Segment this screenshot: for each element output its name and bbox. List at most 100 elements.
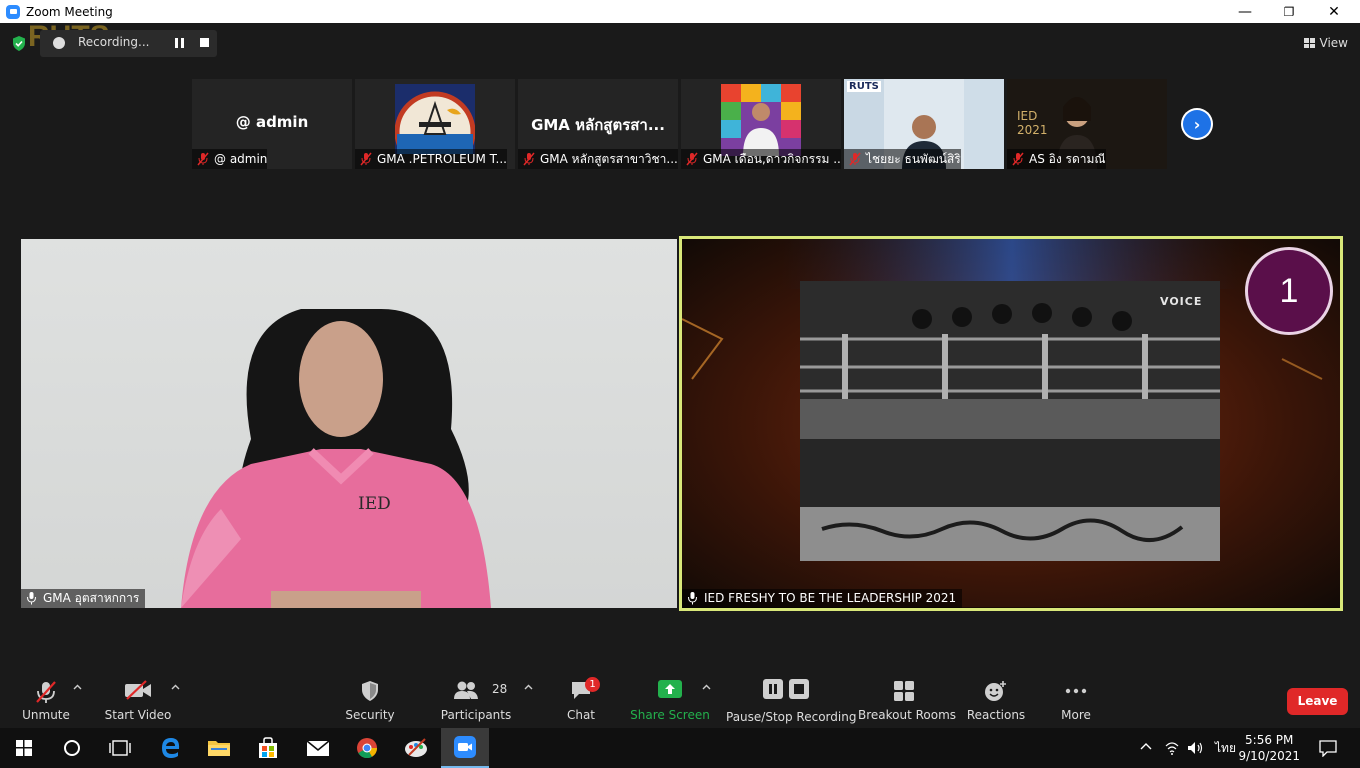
participant-video bbox=[181, 309, 491, 608]
security-button[interactable]: Security bbox=[340, 670, 400, 728]
windows-logo-icon bbox=[16, 740, 32, 756]
thumbnail-gma-course[interactable]: GMA หลักสูตรสา... GMA หลักสูตรสาขาวิชา..… bbox=[518, 79, 678, 169]
audio-options-chevron-icon[interactable] bbox=[73, 684, 82, 690]
thumbnail-display-name: GMA หลักสูตรสา... bbox=[531, 116, 665, 134]
participants-label: Participants bbox=[440, 708, 512, 722]
share-screen-label: Share Screen bbox=[630, 708, 710, 722]
ied-overlay-logo: IED 2021 bbox=[1017, 109, 1048, 137]
chat-button[interactable]: 1 Chat bbox=[556, 670, 606, 728]
search-button[interactable] bbox=[48, 728, 96, 768]
video-tile-gma-industrial[interactable]: IED GMA อุตสาหกการ bbox=[21, 239, 677, 608]
participant-name-tag: GMA อุตสาหกการ bbox=[21, 589, 146, 608]
breakout-rooms-button[interactable]: Breakout Rooms bbox=[858, 670, 957, 728]
next-page-button[interactable]: › bbox=[1181, 108, 1213, 140]
file-explorer-button[interactable] bbox=[195, 728, 243, 768]
colorful-background-video bbox=[721, 84, 801, 156]
more-button[interactable]: More bbox=[1050, 670, 1102, 728]
zoom-app-button[interactable] bbox=[441, 728, 489, 768]
rank-badge: 1 bbox=[1245, 247, 1333, 335]
more-label: More bbox=[1061, 708, 1091, 722]
muted-mic-icon bbox=[523, 152, 535, 166]
thumbnail-as-ing[interactable]: IED 2021 AS อิง รดามณี bbox=[1007, 79, 1167, 169]
grid-view-icon bbox=[1303, 38, 1315, 48]
clock-time: 5:56 PM bbox=[1245, 733, 1294, 747]
muted-mic-icon bbox=[360, 152, 372, 166]
thumbnail-petroleum[interactable]: GMA .PETROLEUM T... bbox=[355, 79, 515, 169]
participants-options-chevron-icon[interactable] bbox=[524, 684, 533, 690]
share-screen-button[interactable]: Share Screen bbox=[630, 670, 710, 728]
breakout-rooms-label: Breakout Rooms bbox=[858, 708, 957, 722]
window-title: Zoom Meeting bbox=[26, 4, 113, 19]
encryption-shield-icon[interactable] bbox=[12, 36, 26, 51]
security-shield-icon bbox=[362, 681, 378, 701]
reactions-button[interactable]: Reactions bbox=[963, 670, 1029, 728]
pause-recording-icon[interactable] bbox=[175, 38, 185, 48]
mic-icon bbox=[27, 592, 36, 605]
shared-video-content bbox=[682, 239, 1340, 608]
system-clock[interactable]: 5:56 PM 9/10/2021 bbox=[1238, 732, 1300, 764]
unmute-button[interactable]: Unmute bbox=[16, 670, 76, 728]
chat-unread-badge: 1 bbox=[585, 677, 600, 692]
action-center-notification-icon[interactable] bbox=[1319, 740, 1337, 757]
thumbnail-gma-activities[interactable]: GMA เดือน,ดาวกิจกรรม ... bbox=[681, 79, 841, 169]
cortana-circle-icon bbox=[64, 740, 80, 756]
start-video-button[interactable]: Start Video bbox=[103, 670, 173, 728]
reactions-label: Reactions bbox=[966, 708, 1026, 722]
muted-microphone-icon bbox=[36, 681, 56, 703]
rank-badge-number: 1 bbox=[1279, 271, 1299, 310]
thumbnail-display-name: @ admin bbox=[235, 113, 309, 131]
task-view-button[interactable] bbox=[96, 728, 144, 768]
input-language-indicator[interactable]: ไทย bbox=[1215, 728, 1236, 768]
voice-tv-logo: VOICE bbox=[1160, 295, 1203, 308]
folder-icon bbox=[208, 741, 230, 756]
thumbnail-label: GMA .PETROLEUM T... bbox=[355, 149, 507, 169]
recording-status: Recording... bbox=[78, 35, 150, 49]
muted-mic-icon bbox=[686, 152, 698, 166]
close-window-button[interactable]: ✕ bbox=[1311, 0, 1357, 23]
more-dots-icon bbox=[1065, 688, 1087, 694]
mail-button[interactable] bbox=[294, 728, 342, 768]
thumbnail-label: GMA หลักสูตรสาขาวิชา... bbox=[518, 149, 678, 169]
muted-mic-icon bbox=[849, 152, 861, 166]
view-button[interactable]: View bbox=[1303, 36, 1348, 50]
network-wifi-icon[interactable] bbox=[1164, 740, 1180, 756]
clock-date: 9/10/2021 bbox=[1238, 749, 1300, 763]
video-tile-ied-freshy[interactable]: VOICE 1 IED FRESHY TO BE THE LEADERSHIP … bbox=[679, 236, 1343, 611]
volume-speaker-icon[interactable] bbox=[1187, 740, 1205, 756]
microsoft-store-button[interactable] bbox=[244, 728, 292, 768]
participant-name: GMA อุตสาหกการ bbox=[43, 591, 140, 605]
video-off-icon bbox=[125, 680, 151, 700]
chevron-right-icon: › bbox=[1183, 110, 1211, 138]
video-options-chevron-icon[interactable] bbox=[171, 684, 180, 690]
edge-e-icon bbox=[162, 738, 180, 758]
chat-label: Chat bbox=[566, 708, 596, 722]
window-titlebar: Zoom Meeting — ❐ ✕ bbox=[0, 0, 1360, 23]
windows-taskbar: ไทย 5:56 PM 9/10/2021 bbox=[0, 728, 1360, 768]
recording-dot-icon bbox=[53, 37, 65, 49]
stop-recording-icon[interactable] bbox=[200, 38, 209, 47]
security-label: Security bbox=[345, 708, 395, 722]
start-video-label: Start Video bbox=[104, 708, 172, 722]
paint-app-button[interactable] bbox=[392, 728, 440, 768]
participant-name: IED FRESHY TO BE THE LEADERSHIP 2021 bbox=[704, 591, 957, 605]
thumbnail-label: GMA เดือน,ดาวกิจกรรม ... bbox=[681, 149, 841, 169]
muted-mic-icon bbox=[1012, 152, 1024, 166]
task-view-icon bbox=[109, 740, 131, 756]
pause-stop-recording-button[interactable]: Pause/Stop Recording bbox=[726, 670, 856, 728]
maximize-button[interactable]: ❐ bbox=[1266, 0, 1312, 23]
meeting-controls-toolbar: Unmute Start Video Security 28 Participa… bbox=[0, 670, 1360, 728]
chrome-browser-button[interactable] bbox=[343, 728, 391, 768]
thumbnail-admin[interactable]: @ admin @ admin bbox=[192, 79, 352, 169]
show-hidden-icons-chevron-icon[interactable] bbox=[1140, 742, 1152, 750]
share-options-chevron-icon[interactable] bbox=[702, 684, 711, 690]
ruts-overlay-logo: RUTS bbox=[847, 81, 881, 92]
participants-button[interactable]: 28 Participants bbox=[440, 670, 512, 728]
paint-palette-icon bbox=[405, 738, 427, 757]
thumbnail-chaiyaya[interactable]: RUTS ไชยยะ ธนพัฒน์สิริ bbox=[844, 79, 1004, 169]
shirt-logo: IED bbox=[358, 494, 391, 514]
minimize-button[interactable]: — bbox=[1222, 0, 1268, 23]
leave-meeting-button[interactable]: Leave bbox=[1287, 688, 1348, 715]
participants-count: 28 bbox=[492, 682, 508, 696]
edge-browser-button[interactable] bbox=[147, 728, 195, 768]
windows-start-button[interactable] bbox=[0, 728, 48, 768]
